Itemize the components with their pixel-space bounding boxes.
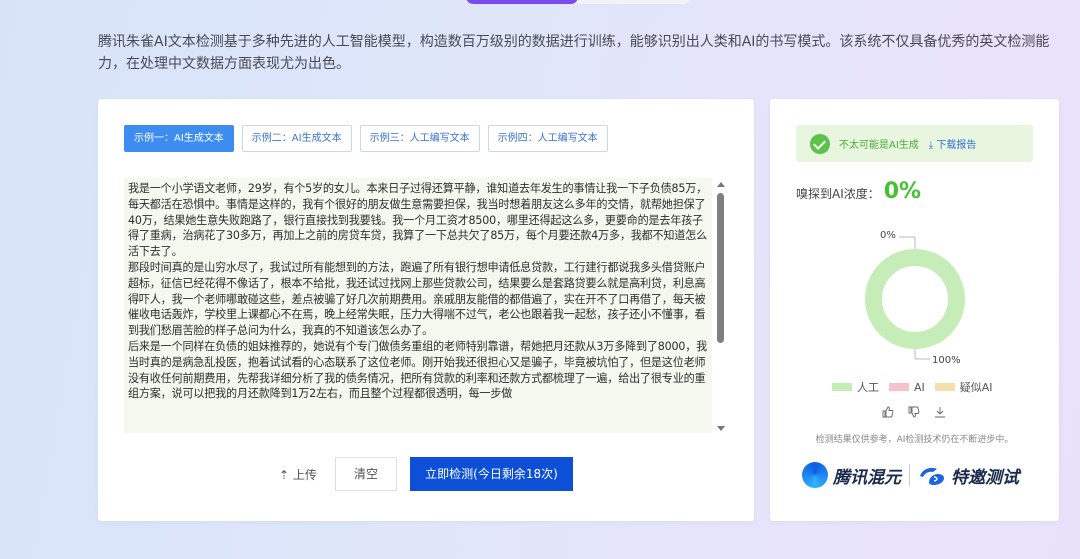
mode-tabs[interactable]: [466, 0, 691, 4]
mode-tab-active[interactable]: [466, 0, 578, 4]
download-label: 下载报告: [936, 140, 977, 151]
example-3-button[interactable]: 示例三：人工编写文本: [359, 125, 480, 152]
scroll-up-arrow-icon[interactable]: [717, 182, 725, 187]
donut-slice-0[interactable]: [865, 249, 965, 349]
legend-label: 人工: [857, 381, 879, 394]
concentration-value: 0%: [883, 179, 922, 204]
legend-item-human[interactable]: 人工: [832, 379, 879, 395]
example-2-button[interactable]: 示例二：AI生成文本: [241, 125, 352, 152]
text-input[interactable]: 我是一个小学语文老师，29岁，有个5岁的女儿。本来日子过得还算平静，谁知道去年发…: [124, 178, 712, 433]
example-1-button[interactable]: 示例一：AI生成文本: [124, 125, 234, 152]
label-top: 0%: [880, 230, 896, 241]
text-paragraph: 后来是一个同样在负债的姐妹推荐的，她说有个专门做债务重组的老师特别靠谱，帮她把月…: [128, 339, 707, 401]
download-icon[interactable]: [934, 406, 946, 418]
legend-label: 疑似AI: [959, 381, 993, 394]
example-4-button[interactable]: 示例四：人工编写文本: [487, 125, 608, 152]
upload-label: 上传: [292, 468, 317, 482]
download-icon: ⤓: [928, 140, 934, 151]
legend-swatch: [832, 383, 852, 391]
text-scrollbar[interactable]: [716, 178, 726, 431]
scroll-thumb[interactable]: [717, 193, 724, 343]
chart-legend: 人工 AI 疑似AI: [832, 379, 993, 395]
brand-name-hunyuan: 腾讯混元: [833, 467, 901, 488]
text-paragraph: 那段时间真的是山穷水尽了，我试过所有能想到的方法，跑遍了所有银行想申请低息贷款，…: [128, 260, 706, 338]
label-bottom: 100%: [932, 355, 961, 366]
thumbs-down-icon[interactable]: [908, 406, 920, 418]
action-bar: ⇡ 上传 清空 立即检测(今日剩余18次): [98, 457, 754, 492]
donut-chart-svg: 0% 100%: [865, 230, 965, 366]
brand-logos: 腾讯混元 特邀测试: [802, 462, 1019, 488]
brand-name-invite: 特邀测试: [951, 467, 1019, 488]
legend-swatch: [889, 383, 909, 391]
result-text: 不太可能是AI生成: [839, 140, 919, 151]
intro-text: 腾讯朱雀AI文本检测基于多种先进的人工智能模型，构造数百万级别的数据进行训练，能…: [98, 34, 1050, 72]
disclaimer-text: 检测结果仅供参考，AI检测技术仍在不断进步中。: [815, 435, 1014, 445]
input-panel: 示例一：AI生成文本 示例二：AI生成文本 示例三：人工编写文本 示例四：人工编…: [98, 99, 754, 521]
thumbs-up-icon[interactable]: [882, 406, 894, 418]
download-report-link[interactable]: ⤓ 下载报告: [929, 136, 977, 151]
legend-item-ai[interactable]: AI: [889, 381, 925, 394]
detect-button[interactable]: 立即检测(今日剩余18次): [410, 457, 573, 491]
scroll-down-arrow-icon[interactable]: [717, 426, 725, 431]
legend-swatch: [934, 383, 955, 391]
result-banner: 不太可能是AI生成 ⤓ 下载报告: [796, 125, 1033, 162]
result-panel: 不太可能是AI生成 ⤓ 下载报告 嗅探到AI浓度： 0% 0% 100% 人工 …: [770, 99, 1059, 521]
example-buttons: 示例一：AI生成文本 示例二：AI生成文本 示例三：人工编写文本 示例四：人工编…: [124, 125, 608, 152]
brand-divider: [909, 464, 910, 486]
upload-icon: ⇡: [279, 468, 290, 482]
legend-label: AI: [914, 380, 925, 394]
invite-logo-icon: [920, 467, 944, 485]
hunyuan-logo-icon: [802, 462, 828, 488]
upload-button[interactable]: ⇡ 上传: [279, 466, 317, 483]
check-circle-icon: [810, 133, 830, 154]
donut-chart: 0% 100%: [770, 224, 1059, 374]
text-paragraph: 我是一个小学语文老师，29岁，有个5岁的女儿。本来日子过得还算平静，谁知道去年发…: [128, 182, 707, 259]
clear-button[interactable]: 清空: [335, 457, 397, 491]
legend-item-suspected-ai[interactable]: 疑似AI: [934, 379, 993, 395]
concentration-label: 嗅探到AI浓度：: [796, 187, 880, 201]
ai-concentration: 嗅探到AI浓度： 0%: [796, 179, 921, 204]
feedback-buttons: [882, 406, 946, 418]
